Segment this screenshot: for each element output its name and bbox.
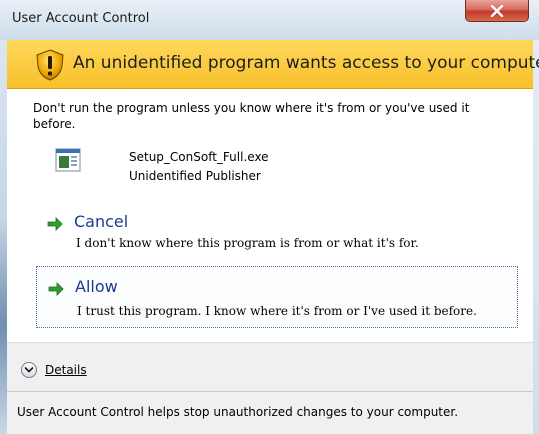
banner-heading: An unidentified program wants access to …: [73, 53, 539, 73]
chevron-down-icon: [24, 367, 34, 373]
close-icon: [490, 4, 504, 17]
dialog-client: An unidentified program wants access to …: [7, 40, 539, 434]
window-frame-left: [0, 0, 7, 434]
cancel-option-title: Cancel: [74, 212, 129, 231]
details-area: Details User Account Control helps stop …: [7, 343, 533, 434]
warning-text: Don't run the program unless you know wh…: [33, 101, 470, 131]
cancel-option-description: I don't know where this program is from …: [76, 236, 419, 250]
details-label: Details: [45, 363, 87, 377]
program-icon: [55, 148, 81, 172]
details-button[interactable]: Details: [21, 359, 87, 381]
window-title: User Account Control: [12, 11, 150, 26]
title-bar[interactable]: User Account Control: [0, 0, 539, 40]
warning-banner: An unidentified program wants access to …: [7, 40, 539, 89]
close-button[interactable]: [465, 0, 529, 22]
allow-option-description: I trust this program. I know where it's …: [77, 304, 477, 318]
details-toggle[interactable]: [21, 362, 37, 378]
allow-option-title: Allow: [75, 277, 118, 296]
allow-option[interactable]: Allow I trust this program. I know where…: [36, 266, 518, 328]
cancel-option[interactable]: Cancel I don't know where this program i…: [36, 205, 518, 255]
program-name: Setup_ConSoft_Full.exe: [129, 150, 269, 164]
uac-shield-icon: [36, 49, 64, 81]
green-arrow-icon: [47, 217, 63, 231]
footer-divider: [7, 391, 533, 392]
footer-text: User Account Control helps stop unauthor…: [17, 405, 459, 419]
green-arrow-icon: [48, 282, 64, 296]
program-publisher: Unidentified Publisher: [129, 169, 261, 183]
